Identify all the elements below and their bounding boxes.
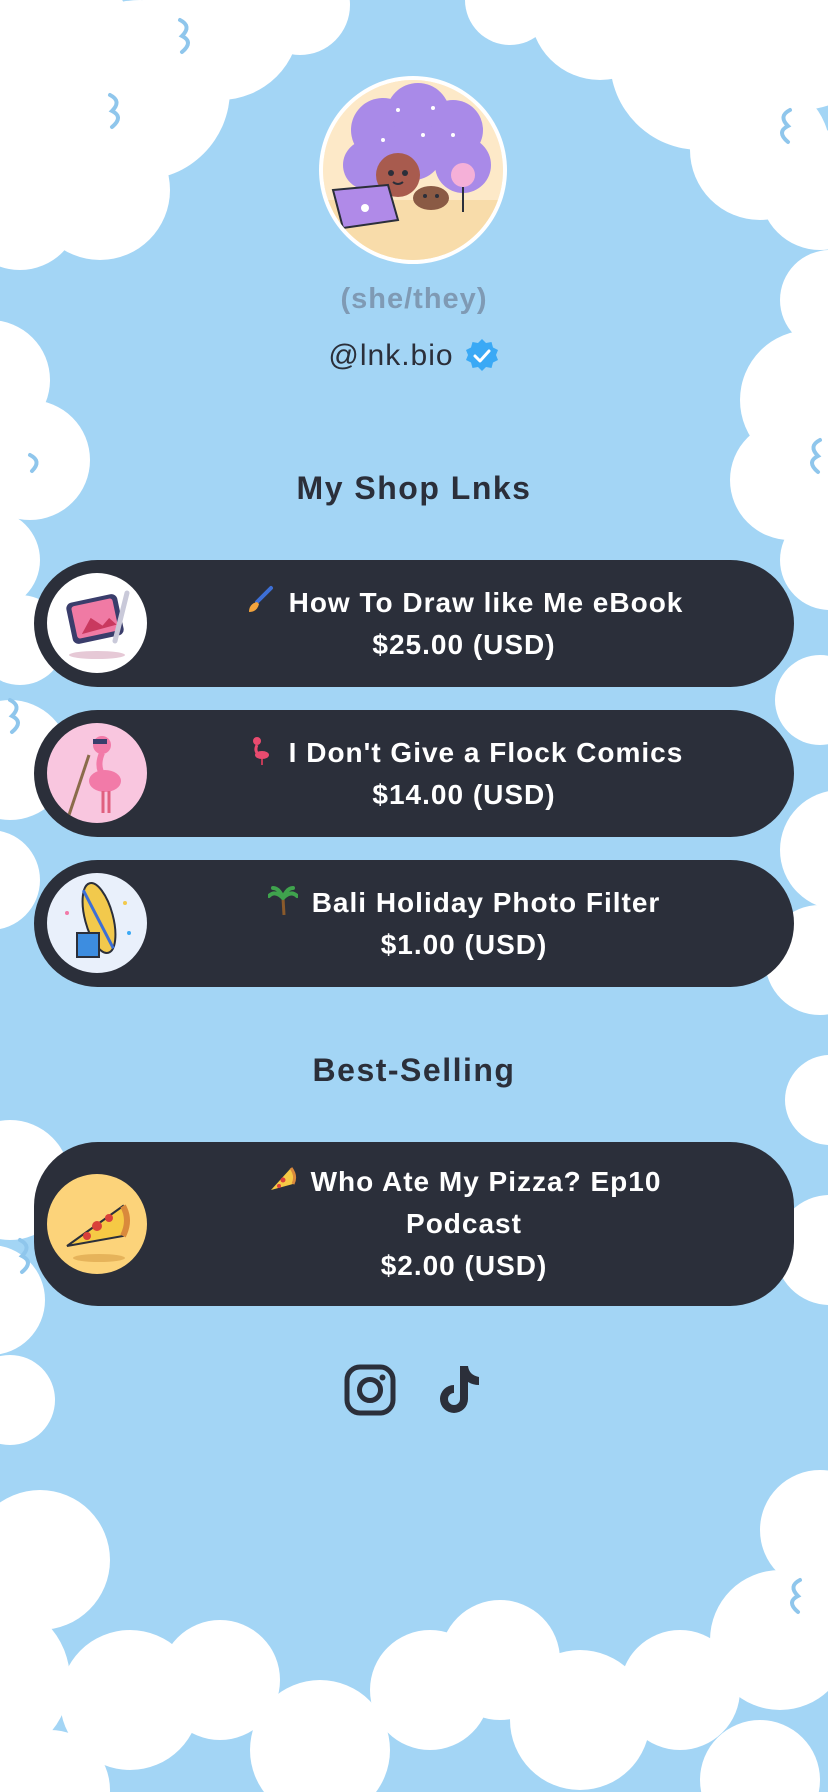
shop-link-ebook[interactable]: How To Draw like Me eBook $25.00 (USD) [34, 560, 794, 687]
paintbrush-icon [248, 586, 273, 612]
best-selling-link-podcast[interactable]: Who Ate My Pizza? Ep10 Podcast $2.00 (US… [34, 1142, 794, 1306]
handle-row: @lnk.bio [0, 338, 828, 374]
avatar-illustration [323, 80, 503, 260]
link-price: $14.00 (USD) [372, 779, 556, 810]
link-text: Bali Holiday Photo Filter $1.00 (USD) [164, 882, 764, 966]
avatar [323, 80, 503, 260]
link-title-line2: Podcast [406, 1208, 522, 1239]
link-price: $25.00 (USD) [372, 629, 556, 660]
flamingo-fishing-icon [47, 723, 147, 823]
link-price: $1.00 (USD) [380, 929, 548, 960]
link-title: How To Draw like Me eBook [288, 587, 684, 618]
link-price: $2.00 (USD) [380, 1250, 548, 1281]
section-title-shop: My Shop Lnks [296, 470, 532, 506]
surfboard-icon [47, 873, 147, 973]
profile-page: (she/they) @lnk.bio My Shop Lnks How To … [0, 0, 828, 1792]
tablet-drawing-icon [47, 573, 147, 673]
link-text: I Don't Give a Flock Comics $14.00 (USD) [164, 732, 764, 816]
link-title: I Don't Give a Flock Comics [288, 737, 684, 768]
shop-link-photo-filter[interactable]: Bali Holiday Photo Filter $1.00 (USD) [34, 860, 794, 987]
verified-badge-icon [465, 339, 498, 371]
pizza-icon [270, 1167, 296, 1190]
flamingo-icon [252, 737, 269, 765]
link-text: Who Ate My Pizza? Ep10 Podcast $2.00 (US… [164, 1161, 764, 1287]
link-title-line1: Who Ate My Pizza? Ep10 [310, 1166, 662, 1197]
pizza-slice-icon [47, 1174, 147, 1274]
username-handle: @lnk.bio [328, 339, 454, 372]
link-title: Bali Holiday Photo Filter [311, 887, 661, 918]
tiktok-icon[interactable] [430, 1362, 486, 1418]
palm-tree-icon [267, 886, 298, 915]
social-links [0, 1362, 828, 1418]
link-text: How To Draw like Me eBook $25.00 (USD) [164, 582, 764, 666]
pronouns-text: (she/they) [340, 283, 488, 315]
instagram-icon[interactable] [342, 1362, 398, 1418]
section-title-best-selling: Best-Selling [312, 1052, 516, 1088]
shop-link-comics[interactable]: I Don't Give a Flock Comics $14.00 (USD) [34, 710, 794, 837]
